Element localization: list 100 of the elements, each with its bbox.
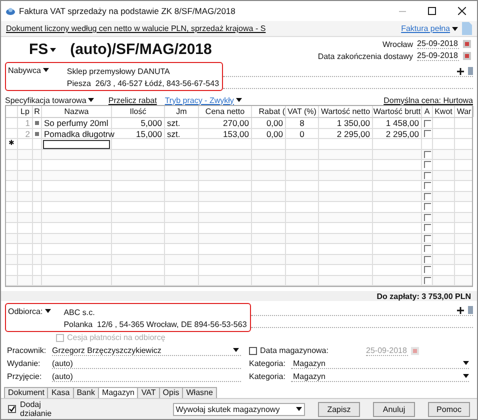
- table-cell: szt.: [165, 118, 199, 128]
- tab[interactable]: Magazyn: [98, 387, 138, 398]
- row-checkbox[interactable]: [424, 214, 430, 221]
- row-checkbox[interactable]: [424, 130, 430, 137]
- action-dropdown[interactable]: Wywołaj skutek magazynowy: [172, 402, 305, 416]
- document-number: (auto)/SF/MAG/2018: [70, 42, 212, 58]
- table-cell: 1 458,00: [373, 118, 422, 128]
- table-cell: 1 350,00: [319, 118, 373, 128]
- tab[interactable]: Bank: [74, 387, 99, 398]
- field-label: Wydanie:: [6, 359, 42, 368]
- table-cell: 0,00: [252, 128, 286, 138]
- category-dropdown[interactable]: Magazyn: [291, 358, 469, 368]
- column-header[interactable]: Ilość: [112, 106, 165, 117]
- name-input-field[interactable]: [43, 140, 110, 148]
- buyer-address: Piesza 26/3 , 46-527 Łódź, 843-56-67-543: [66, 79, 220, 88]
- row-checkbox[interactable]: [424, 276, 430, 284]
- column-header[interactable]: Nazwa: [42, 106, 112, 117]
- row-checkbox[interactable]: [424, 245, 430, 252]
- document-field[interactable]: (auto): [52, 358, 241, 368]
- add-action-label: Dodaj działanie: [20, 400, 53, 418]
- buyer-dropdown[interactable]: Nabywca: [8, 66, 49, 74]
- caret-icon: [236, 98, 242, 102]
- add-icon[interactable]: [457, 68, 464, 74]
- column-header[interactable]: Cena netto: [199, 106, 252, 117]
- column-header[interactable]: Wartość netto: [319, 106, 373, 117]
- tab[interactable]: Własne: [183, 387, 217, 398]
- category-label: Kategoria:: [249, 372, 286, 381]
- column-header[interactable]: VAT (%): [286, 106, 319, 117]
- caret-icon: [42, 68, 49, 72]
- dialog-button[interactable]: Zapisz: [318, 402, 360, 416]
- row-checkbox[interactable]: [424, 120, 430, 126]
- column-header[interactable]: War: [455, 106, 474, 117]
- dialog-button[interactable]: Pomoc: [428, 402, 470, 416]
- caret-icon: [452, 26, 458, 30]
- field-label: Przyjęcie:: [6, 372, 43, 381]
- warehouse-date-checkbox[interactable]: [249, 346, 257, 354]
- add-icon[interactable]: [457, 306, 464, 314]
- caret-icon: [50, 48, 56, 52]
- tab[interactable]: VAT: [138, 387, 160, 398]
- tab[interactable]: Kasa: [48, 387, 74, 398]
- add-action-checkbox[interactable]: [8, 405, 16, 413]
- specification-dropdown[interactable]: Specyfikacja towarowa: [5, 96, 94, 104]
- table-cell: So perfumy 20ml: [42, 118, 112, 128]
- caret-icon: [463, 374, 469, 378]
- column-header[interactable]: Wartość brutt: [373, 106, 422, 117]
- table-cell: Pomadka długotrw: [42, 128, 112, 138]
- caret-icon: [44, 309, 51, 313]
- table-cell: 8: [286, 118, 319, 128]
- dialog-button[interactable]: Anuluj: [373, 402, 415, 416]
- close-icon: [458, 7, 466, 15]
- row-type-icon: [35, 121, 39, 125]
- table-cell: 153,00: [199, 128, 252, 138]
- row-checkbox[interactable]: [424, 266, 430, 274]
- category-dropdown[interactable]: Magazyn: [291, 372, 469, 382]
- recipient-address: Polanka 12/6 , 54-365 Wrocław, DE 894-56-53-563: [64, 320, 247, 329]
- delivery-date-field[interactable]: 25-09-2018: [417, 51, 459, 61]
- buyer-name: Sklep przemysłowy DANUTA: [66, 67, 171, 76]
- caret-icon: [88, 98, 94, 102]
- row-checkbox[interactable]: [424, 203, 430, 210]
- row-checkbox[interactable]: [424, 150, 430, 158]
- document-field[interactable]: (auto): [52, 372, 241, 382]
- recalculate-discount-link[interactable]: Przelicz rabat: [108, 96, 157, 104]
- pricing-info-link[interactable]: Dokument liczony według cen netto w walucie PLN, sprzedaż krajowa - S: [6, 24, 266, 33]
- column-header[interactable]: R: [33, 106, 42, 117]
- series-dropdown[interactable]: FS: [29, 42, 56, 58]
- row-number: 1: [18, 118, 33, 128]
- amount-due: Do zapłaty: 3 753,00 PLN: [376, 292, 471, 300]
- document-type-dropdown[interactable]: Faktura pełna: [401, 24, 458, 33]
- row-checkbox[interactable]: [424, 256, 430, 263]
- row-checkbox[interactable]: [424, 172, 430, 179]
- table-cell: 0: [286, 128, 319, 138]
- column-header[interactable]: Kwot: [433, 106, 455, 117]
- column-header[interactable]: Jm: [165, 106, 199, 117]
- row-checkbox[interactable]: [424, 224, 430, 232]
- caret-icon: [233, 348, 239, 352]
- table-cell: 2 295,00: [373, 128, 422, 138]
- window-title: Faktura VAT sprzedaży na podstawie ZK 8/SF/MAG/2018: [19, 6, 236, 16]
- category-label: Kategoria:: [249, 359, 286, 368]
- row-checkbox[interactable]: [424, 182, 430, 190]
- row-checkbox[interactable]: [424, 234, 430, 242]
- place-label: Wrocław: [382, 40, 413, 48]
- app-icon: [6, 6, 15, 16]
- column-header[interactable]: Lp: [18, 106, 33, 117]
- work-mode-dropdown[interactable]: Tryb pracy - Zwykły: [164, 96, 242, 104]
- column-header[interactable]: Rabat (: [252, 106, 286, 117]
- tab[interactable]: Opis: [160, 387, 184, 398]
- caret-icon: [463, 361, 469, 366]
- table-cell: 5,000: [112, 118, 165, 128]
- employee-dropdown[interactable]: Grzegorz Brzęczyszczykiewicz: [52, 346, 241, 356]
- row-checkbox[interactable]: [424, 192, 430, 200]
- issue-date-field[interactable]: 25-09-2018: [417, 39, 459, 49]
- tab[interactable]: Dokument: [4, 387, 48, 398]
- column-header[interactable]: A: [422, 106, 433, 117]
- delivery-date-label: Data zakończenia dostawy: [318, 52, 413, 60]
- table-cell: 270,00: [199, 118, 252, 128]
- table-cell: 2 295,00: [319, 128, 373, 138]
- field-label: Pracownik:: [6, 346, 48, 355]
- recipient-dropdown[interactable]: Odbiorca:: [8, 307, 51, 315]
- row-checkbox[interactable]: [424, 161, 430, 168]
- default-price-link[interactable]: Domyślna cena: Hurtowa: [384, 96, 473, 104]
